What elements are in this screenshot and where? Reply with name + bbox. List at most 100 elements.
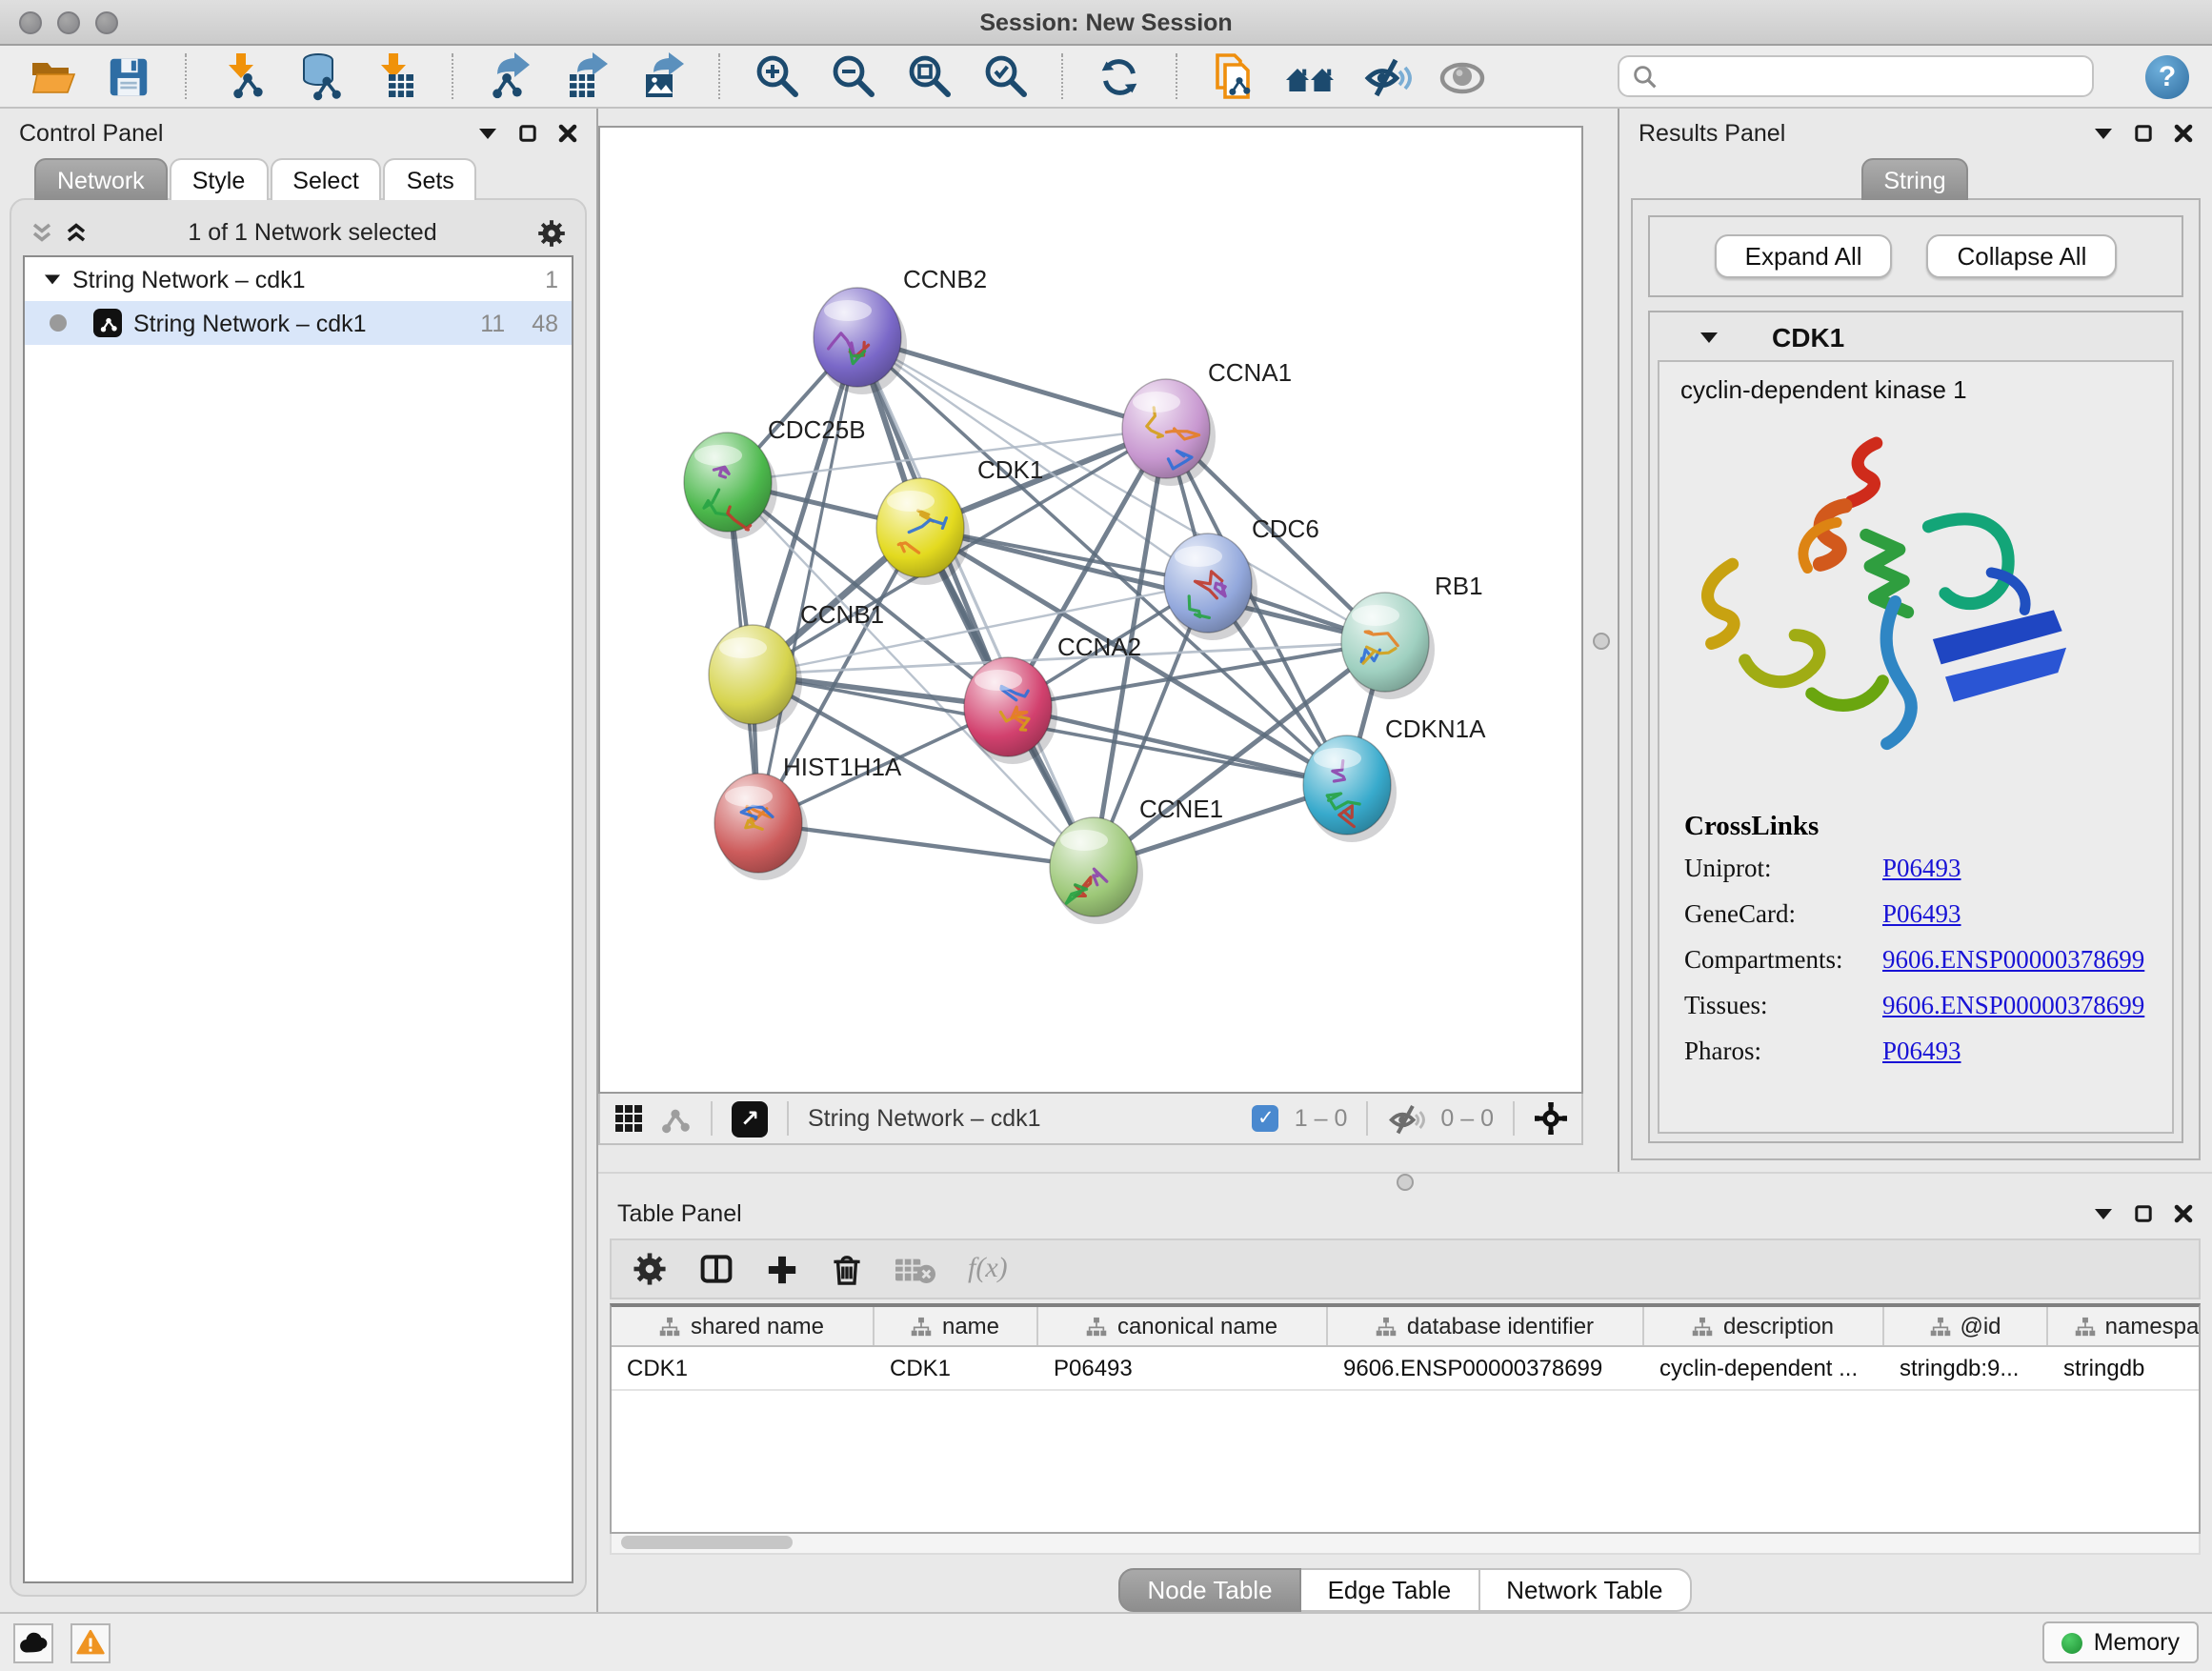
crosslink-link[interactable]: P06493 <box>1882 854 1961 884</box>
cell-database-identifier[interactable]: 9606.ENSP00000378699 <box>1328 1347 1644 1389</box>
export-image-icon[interactable] <box>636 50 688 102</box>
birdseye-view-icon[interactable]: ↗ <box>732 1100 768 1137</box>
node-CCNB1[interactable]: CCNB1 <box>709 600 884 732</box>
hide-graphics-eye-slash-icon[interactable] <box>1360 50 1412 102</box>
save-session-icon[interactable] <box>103 50 154 102</box>
zoom-window-button[interactable] <box>95 11 118 34</box>
zoom-out-icon[interactable] <box>827 50 878 102</box>
tab-network-table[interactable]: Network Table <box>1479 1568 1691 1612</box>
import-table-file-icon[interactable] <box>370 50 421 102</box>
zoom-in-icon[interactable] <box>751 50 802 102</box>
column-header-name[interactable]: name <box>875 1307 1038 1345</box>
horizontal-splitter[interactable] <box>598 1172 2212 1191</box>
panel-collapse-caret-icon[interactable] <box>2094 124 2113 143</box>
tab-string[interactable]: String <box>1860 158 1968 200</box>
collapse-all-button[interactable]: Collapse All <box>1927 234 2118 278</box>
expand-all-networks-icon[interactable] <box>65 221 88 244</box>
open-session-folder-icon[interactable] <box>27 50 78 102</box>
show-graphics-eye-icon[interactable] <box>1437 50 1488 102</box>
edge-CCNA2-CDKN1A[interactable] <box>1008 707 1347 785</box>
node-CCNE1[interactable]: CCNE1 <box>1050 795 1223 924</box>
add-column-plus-icon[interactable] <box>766 1253 798 1285</box>
vertical-splitter[interactable] <box>1583 109 1618 1172</box>
warnings-button[interactable] <box>70 1622 111 1662</box>
panel-float-icon[interactable] <box>2134 124 2153 143</box>
tree-expand-caret-icon[interactable] <box>44 271 61 288</box>
cell-canonical-name[interactable]: P06493 <box>1038 1347 1328 1389</box>
network-icon <box>93 309 122 337</box>
show-all-networks-houses-icon[interactable] <box>1284 50 1336 102</box>
expand-all-button[interactable]: Expand All <box>1715 234 1893 278</box>
help-icon[interactable]: ? <box>2145 54 2189 98</box>
node-RB1[interactable]: RB1 <box>1341 572 1483 699</box>
tab-network[interactable]: Network <box>34 158 168 200</box>
table-row[interactable]: CDK1CDK1P064939606.ENSP00000378699cyclin… <box>612 1347 2199 1391</box>
edge-HIST1H1A-CCNE1[interactable] <box>758 823 1094 867</box>
entry-collapse-caret-icon[interactable] <box>1699 327 1719 346</box>
crosslink-link[interactable]: 9606.ENSP00000378699 <box>1882 991 2144 1021</box>
minimize-window-button[interactable] <box>57 11 80 34</box>
column-header-shared-name[interactable]: shared name <box>612 1307 875 1345</box>
panel-float-icon[interactable] <box>518 124 537 143</box>
scrollbar-thumb[interactable] <box>621 1536 793 1549</box>
panel-collapse-caret-icon[interactable] <box>2094 1204 2113 1223</box>
selected-nodes-checkbox-icon[interactable]: ✓ <box>1253 1105 1279 1132</box>
copy-network-icon[interactable] <box>1208 50 1259 102</box>
results-panel-title: Results Panel <box>1639 120 1785 147</box>
close-window-button[interactable] <box>19 11 42 34</box>
column-header-namespac[interactable]: namespac <box>2048 1307 2201 1345</box>
delete-column-trash-icon[interactable] <box>831 1252 863 1286</box>
collapse-all-networks-icon[interactable] <box>30 221 53 244</box>
network-canvas[interactable]: CCNB2CCNA1CDC25BCDK1CDC6RB1CCNB1CCNA2CDK… <box>598 126 1583 1094</box>
show-columns-icon[interactable] <box>699 1252 734 1286</box>
grid-view-icon[interactable] <box>613 1103 644 1134</box>
crosslink-row: GeneCard:P06493 <box>1684 899 2172 930</box>
panel-close-icon[interactable] <box>558 124 577 143</box>
cell-namespac[interactable]: stringdb <box>2048 1347 2201 1389</box>
tab-sets[interactable]: Sets <box>384 158 477 200</box>
import-network-file-icon[interactable] <box>217 50 269 102</box>
network-collection-row[interactable]: String Network – cdk1 1 <box>25 257 572 301</box>
node-CDKN1A[interactable]: CDKN1A <box>1303 715 1486 842</box>
crosslink-link[interactable]: P06493 <box>1882 1037 1961 1067</box>
tab-style[interactable]: Style <box>170 158 269 200</box>
panel-collapse-caret-icon[interactable] <box>478 124 497 143</box>
table-horizontal-scrollbar[interactable] <box>610 1534 2201 1555</box>
export-table-icon[interactable] <box>560 50 612 102</box>
node-HIST1H1A[interactable]: HIST1H1A <box>714 753 902 880</box>
table-settings-gear-icon[interactable] <box>633 1252 667 1286</box>
panel-close-icon[interactable] <box>2174 1204 2193 1223</box>
zoom-selected-icon[interactable] <box>979 50 1031 102</box>
column-header-description[interactable]: description <box>1644 1307 1884 1345</box>
panel-close-icon[interactable] <box>2174 124 2193 143</box>
column-header-database-identifier[interactable]: database identifier <box>1328 1307 1644 1345</box>
crosslink-link[interactable]: 9606.ENSP00000378699 <box>1882 945 2144 976</box>
main-toolbar: ? <box>0 46 2212 109</box>
cell-name[interactable]: CDK1 <box>875 1347 1038 1389</box>
zoom-fit-icon[interactable] <box>903 50 955 102</box>
search-input[interactable] <box>1667 63 2079 90</box>
crosslink-link[interactable]: P06493 <box>1882 899 1961 930</box>
edge-CCNB2-HIST1H1A[interactable] <box>758 337 857 823</box>
search-field[interactable] <box>1618 55 2094 97</box>
column-header-canonical-name[interactable]: canonical name <box>1038 1307 1328 1345</box>
edge-CCNB2-CCNE1[interactable] <box>857 337 1094 867</box>
pan-crosshair-icon[interactable] <box>1534 1101 1568 1136</box>
tab-node-table[interactable]: Node Table <box>1118 1568 1300 1612</box>
network-row-selected[interactable]: String Network – cdk1 11 48 <box>25 301 572 345</box>
network-options-gear-icon[interactable] <box>537 218 566 247</box>
cell-description[interactable]: cyclin-dependent ... <box>1644 1347 1884 1389</box>
import-network-database-icon[interactable] <box>293 50 345 102</box>
hidden-items-eye-slash-icon[interactable] <box>1387 1099 1425 1137</box>
network-view-share-icon[interactable] <box>659 1102 692 1135</box>
tab-edge-table[interactable]: Edge Table <box>1301 1568 1480 1612</box>
cloud-status-button[interactable] <box>13 1622 53 1662</box>
cell-shared-name[interactable]: CDK1 <box>612 1347 875 1389</box>
tab-select[interactable]: Select <box>270 158 382 200</box>
export-network-icon[interactable] <box>484 50 535 102</box>
cell--id[interactable]: stringdb:9... <box>1884 1347 2048 1389</box>
memory-button[interactable]: Memory <box>2042 1621 2199 1663</box>
apply-layout-refresh-icon[interactable] <box>1094 50 1145 102</box>
panel-float-icon[interactable] <box>2134 1204 2153 1223</box>
column-header--id[interactable]: @id <box>1884 1307 2048 1345</box>
